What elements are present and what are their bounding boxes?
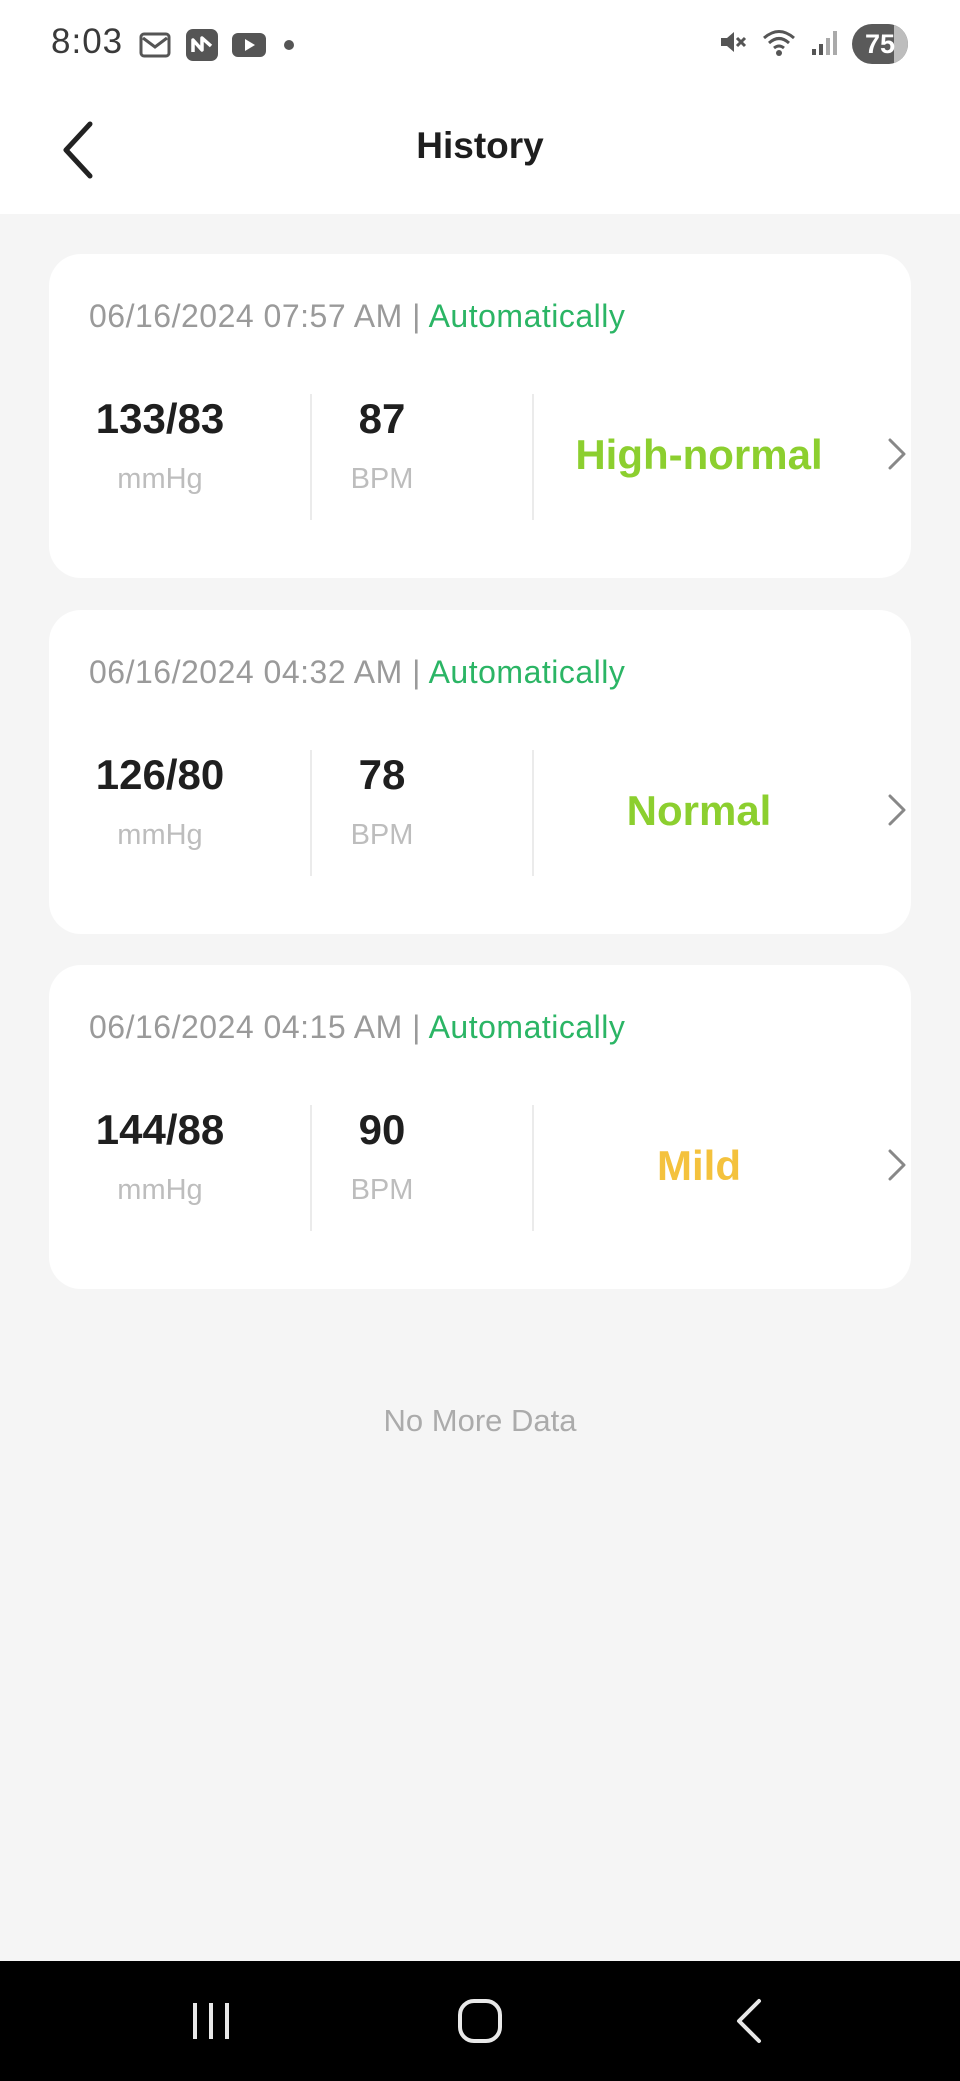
battery-icon: 75 (852, 24, 908, 64)
heart-rate-value: 78 (358, 751, 406, 798)
bp-status: Mild (549, 1141, 911, 1191)
record-separator: | (402, 1009, 429, 1045)
record-mode: Automatically (428, 1009, 626, 1045)
blood-pressure-value: 126/80 (95, 751, 225, 798)
heart-rate-value: 90 (358, 1106, 406, 1153)
heart-rate-unit: BPM (350, 819, 414, 851)
record-time-line: 06/16/2024 04:32 AM | Automatically (89, 654, 625, 691)
blood-pressure-metric: 144/88 mmHg (49, 1105, 271, 1207)
divider (532, 394, 534, 520)
bp-status-label: Mild (657, 1142, 741, 1189)
blood-pressure-unit: mmHg (117, 819, 203, 851)
bp-status: Normal (549, 786, 911, 836)
recent-apps-button[interactable] (151, 1961, 271, 2081)
home-icon (458, 1999, 502, 2043)
history-record-card[interactable]: 06/16/2024 04:32 AM | Automatically 126/… (49, 610, 911, 934)
signal-icon (810, 27, 838, 62)
blood-pressure-unit: mmHg (117, 463, 203, 495)
back-icon (737, 1999, 761, 2043)
bp-status-label: Normal (626, 787, 772, 834)
no-more-data-label: No More Data (383, 1403, 577, 1438)
system-nav-bar (0, 1961, 960, 2081)
home-button[interactable] (420, 1961, 540, 2081)
page-title: History (416, 125, 544, 166)
blood-pressure-value: 133/83 (95, 395, 225, 442)
record-datetime: 06/16/2024 04:32 AM (89, 654, 403, 690)
record-mode: Automatically (428, 298, 626, 334)
heart-rate-unit: BPM (350, 463, 414, 495)
dot-icon (279, 35, 299, 60)
heart-rate-metric: 90 BPM (271, 1105, 493, 1207)
blood-pressure-metric: 126/80 mmHg (49, 750, 271, 852)
nav-back-button[interactable] (689, 1961, 809, 2081)
heart-rate-metric: 78 BPM (271, 750, 493, 852)
wifi-icon (762, 27, 796, 62)
back-button[interactable] (42, 114, 114, 186)
status-time: 8:03 (51, 22, 124, 61)
record-datetime: 06/16/2024 04:15 AM (89, 1009, 403, 1045)
app-icon (185, 28, 219, 67)
app-header: History (0, 90, 960, 214)
youtube-icon (231, 31, 267, 64)
battery-level: 75 (864, 28, 896, 59)
blood-pressure-metric: 133/83 mmHg (49, 394, 271, 496)
mail-icon (139, 30, 173, 65)
record-time-line: 06/16/2024 04:15 AM | Automatically (89, 1009, 625, 1046)
bp-status: High-normal (549, 430, 911, 480)
blood-pressure-unit: mmHg (117, 1174, 203, 1206)
heart-rate-metric: 87 BPM (271, 394, 493, 496)
blood-pressure-value: 144/88 (95, 1106, 225, 1153)
status-bar: 8:03 75 (0, 0, 960, 90)
record-separator: | (402, 654, 429, 690)
record-datetime: 06/16/2024 07:57 AM (89, 298, 403, 334)
history-record-card[interactable]: 06/16/2024 04:15 AM | Automatically 144/… (49, 965, 911, 1289)
system-icons: 75 (718, 24, 908, 64)
heart-rate-value: 87 (358, 395, 406, 442)
history-record-card[interactable]: 06/16/2024 07:57 AM | Automatically 133/… (49, 254, 911, 578)
record-time-line: 06/16/2024 07:57 AM | Automatically (89, 298, 625, 335)
chevron-right-icon (888, 1149, 906, 1181)
divider (532, 1105, 534, 1231)
recent-apps-icon (193, 2003, 229, 2039)
chevron-right-icon (888, 438, 906, 470)
chevron-right-icon (888, 794, 906, 826)
record-separator: | (402, 298, 429, 334)
notification-icons (139, 28, 299, 67)
divider (532, 750, 534, 876)
bp-status-label: High-normal (575, 431, 823, 478)
mute-icon (718, 27, 748, 62)
record-mode: Automatically (428, 654, 626, 690)
heart-rate-unit: BPM (350, 1174, 414, 1206)
chevron-left-icon (63, 121, 93, 179)
